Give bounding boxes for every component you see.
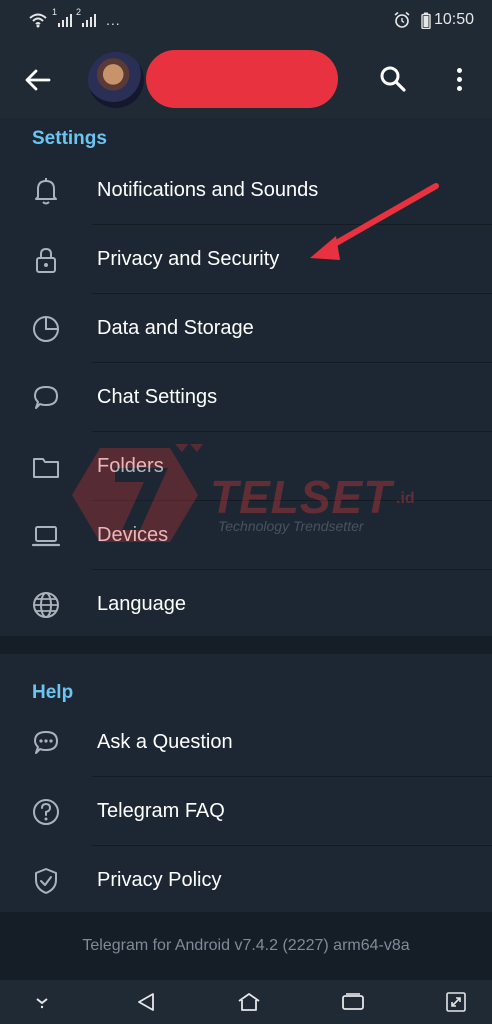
- kebab-menu-icon: [456, 67, 462, 73]
- arrow-left-icon: [25, 69, 51, 91]
- triangle-back-icon: [137, 993, 154, 1011]
- help-section-title: Help: [32, 682, 74, 703]
- status-right: 10:50: [393, 11, 474, 29]
- sim2-label: 2: [76, 7, 82, 17]
- red-annotation-arrow: [310, 183, 439, 260]
- settings-item-label: Data and Storage: [97, 317, 254, 339]
- chat-dots-icon: [34, 731, 58, 754]
- app-header: [0, 40, 492, 118]
- hide-nav-button[interactable]: [28, 988, 56, 1016]
- settings-item-label: Chat Settings: [97, 386, 218, 408]
- settings-item-folders[interactable]: Folders: [0, 432, 492, 501]
- chevron-down-icon: [36, 998, 48, 1009]
- app-version-footer: Telegram for Android v7.4.2 (2227) arm64…: [0, 912, 492, 980]
- version-text: Telegram for Android v7.4.2 (2227) arm64…: [82, 937, 410, 954]
- settings-item-language[interactable]: Language: [0, 570, 492, 639]
- laptop-icon: [31, 526, 61, 547]
- settings-section-title: Settings: [32, 128, 107, 149]
- profile-avatar[interactable]: [88, 52, 144, 108]
- nav-back-button[interactable]: [132, 988, 160, 1016]
- redacted-profile-name: [146, 50, 338, 108]
- settings-item-data-storage[interactable]: Data and Storage: [0, 294, 492, 363]
- lock-icon: [36, 247, 56, 273]
- expand-icon: [446, 992, 466, 1012]
- shield-check-icon: [35, 868, 57, 894]
- search-button[interactable]: [378, 64, 408, 94]
- bell-icon: [35, 178, 57, 205]
- signal-sim1-icon: 1: [52, 7, 72, 27]
- help-item-faq[interactable]: Telegram FAQ: [0, 777, 492, 846]
- more-options-button[interactable]: [448, 64, 470, 94]
- sim1-label: 1: [52, 7, 58, 17]
- globe-icon: [33, 592, 59, 618]
- help-item-label: Ask a Question: [97, 731, 233, 753]
- settings-item-chat-settings[interactable]: Chat Settings: [0, 363, 492, 432]
- settings-item-devices[interactable]: Devices: [0, 501, 492, 570]
- help-item-ask-question[interactable]: Ask a Question: [0, 708, 492, 777]
- home-icon: [238, 993, 260, 1011]
- clock: 10:50: [433, 11, 474, 28]
- back-button[interactable]: [24, 66, 52, 94]
- system-navigation-bar: [0, 980, 492, 1024]
- alarm-icon: [394, 11, 410, 28]
- nav-screenshot-button[interactable]: [442, 988, 470, 1016]
- settings-item-label: Privacy and Security: [97, 248, 280, 270]
- section-divider: [0, 636, 492, 654]
- more-notifications-indicator: ...: [106, 12, 121, 28]
- wifi-icon: [29, 13, 47, 28]
- search-icon: [380, 66, 406, 92]
- settings-item-label: Folders: [97, 455, 164, 477]
- recents-icon: [341, 993, 364, 1010]
- pie-chart-icon: [33, 316, 59, 342]
- signal-sim2-icon: 2: [76, 7, 96, 27]
- question-circle-icon: [33, 799, 59, 825]
- status-left: 1 2 ...: [28, 7, 121, 28]
- status-bar: 1 2 ... 10:50: [0, 0, 492, 40]
- settings-item-label: Notifications and Sounds: [97, 179, 319, 201]
- battery-icon: [421, 12, 431, 29]
- help-section: Help Ask a Question Telegram FAQ Privacy…: [0, 654, 492, 912]
- help-item-label: Telegram FAQ: [97, 800, 225, 822]
- nav-recents-button[interactable]: [339, 988, 367, 1016]
- settings-item-label: Devices: [97, 524, 169, 546]
- settings-item-label: Language: [97, 593, 186, 615]
- help-item-label: Privacy Policy: [97, 869, 222, 891]
- help-item-privacy-policy[interactable]: Privacy Policy: [0, 846, 492, 915]
- nav-home-button[interactable]: [235, 988, 263, 1016]
- folder-icon: [33, 458, 59, 478]
- chat-bubble-icon: [34, 386, 58, 409]
